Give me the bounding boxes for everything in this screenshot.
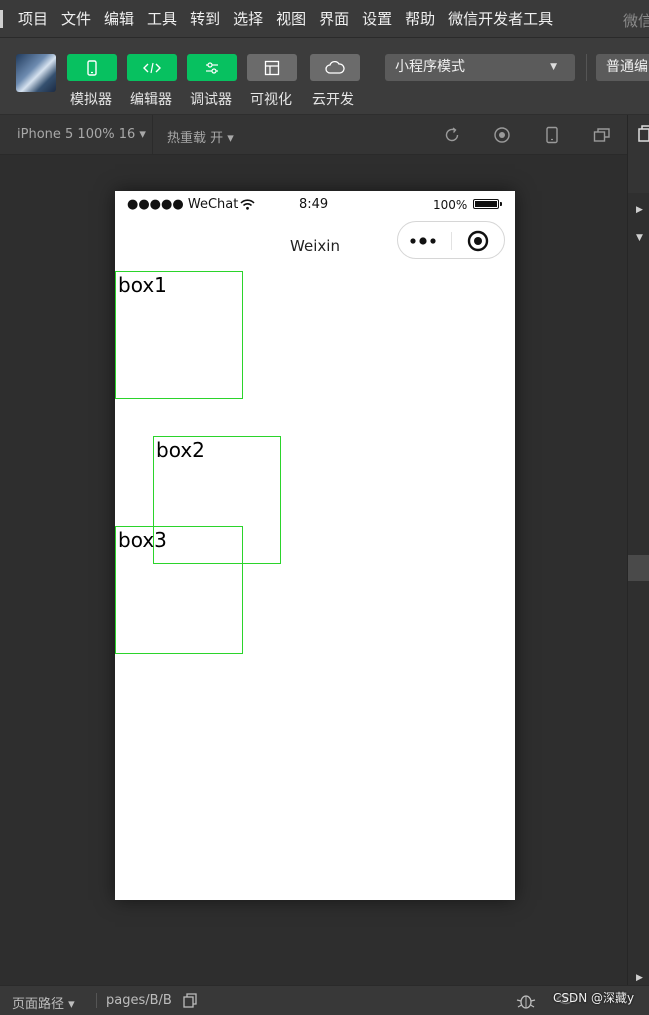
hot-reload-select[interactable]: 热重载 开 ▾ bbox=[167, 127, 234, 146]
refresh-icon[interactable] bbox=[441, 124, 463, 146]
debugger-label: 调试器 bbox=[190, 92, 232, 108]
box2-label: box2 bbox=[156, 438, 205, 462]
toolbar-divider bbox=[586, 54, 587, 81]
box1-label: box1 bbox=[118, 273, 167, 297]
chevron-down-icon: ▼ bbox=[550, 62, 557, 72]
mode-select[interactable]: 小程序模式 ▼ bbox=[385, 54, 575, 81]
simulator-header-divider bbox=[152, 115, 153, 154]
mode-select-value: 小程序模式 bbox=[395, 59, 465, 75]
copy-icon[interactable] bbox=[183, 993, 197, 1008]
right-panel-strip: ▶ ▼ ▶ bbox=[627, 115, 649, 985]
editor-toggle-button[interactable] bbox=[127, 54, 177, 81]
close-miniprogram-icon[interactable] bbox=[467, 230, 489, 252]
menu-goto[interactable]: 转到 bbox=[190, 8, 220, 29]
right-panel-header bbox=[628, 115, 649, 193]
menu-interface[interactable]: 界面 bbox=[319, 8, 349, 29]
menu-settings[interactable]: 设置 bbox=[362, 8, 392, 29]
page-path-select[interactable]: 页面路径 ▾ bbox=[12, 993, 75, 1012]
panel-icon bbox=[638, 125, 649, 142]
status-time: 8:49 bbox=[299, 197, 329, 212]
carrier-signal: ●●●●● WeChat bbox=[127, 197, 255, 212]
toolbar: 模拟器 编辑器 调试器 可视化 云开发 小程序模式 ▼ 普通编 bbox=[0, 38, 649, 114]
csdn-watermark: CSDN @深藏y bbox=[553, 991, 635, 1005]
phone-icon bbox=[87, 59, 97, 76]
visual-toggle-button[interactable] bbox=[247, 54, 297, 81]
box3: box3 bbox=[115, 526, 243, 654]
capsule-divider bbox=[451, 232, 452, 250]
menu-view[interactable]: 视图 bbox=[276, 8, 306, 29]
record-icon[interactable] bbox=[491, 124, 513, 146]
chevron-down-icon[interactable]: ▼ bbox=[636, 233, 643, 243]
device-preview-icon[interactable] bbox=[541, 124, 563, 146]
menu-file[interactable]: 文件 bbox=[61, 8, 91, 29]
visual-label: 可视化 bbox=[250, 92, 292, 108]
detach-window-icon[interactable] bbox=[591, 124, 613, 146]
menu-edit[interactable]: 编辑 bbox=[104, 8, 134, 29]
window-title-fragment: 微信 bbox=[623, 12, 649, 30]
phone-simulator[interactable]: ●●●●● WeChat 8:49 100% Weixin box1 box2 … bbox=[115, 191, 515, 900]
chevron-right-icon-bottom[interactable]: ▶ bbox=[636, 973, 643, 983]
battery-percent: 100% bbox=[433, 198, 468, 212]
menu-project[interactable]: 项目 bbox=[18, 8, 48, 29]
wifi-icon bbox=[240, 199, 255, 210]
window-edge bbox=[0, 10, 3, 28]
chevron-right-icon[interactable]: ▶ bbox=[636, 205, 643, 215]
bug-icon[interactable] bbox=[516, 992, 536, 1010]
simulator-header: iPhone 5 100% 16 ▾ 热重载 开 ▾ bbox=[0, 115, 627, 155]
compile-mode-value: 普通编 bbox=[606, 59, 648, 75]
box3-label: box3 bbox=[118, 528, 167, 552]
box1: box1 bbox=[115, 271, 243, 399]
debugger-toggle-button[interactable] bbox=[187, 54, 237, 81]
layout-icon bbox=[264, 60, 280, 75]
cloud-dev-label: 云开发 bbox=[312, 92, 354, 108]
bottombar-divider bbox=[96, 993, 97, 1008]
compile-mode-select[interactable]: 普通编 bbox=[596, 54, 649, 81]
user-avatar[interactable] bbox=[16, 54, 56, 92]
menu-help[interactable]: 帮助 bbox=[405, 8, 435, 29]
carrier-label: ●●●●● WeChat bbox=[127, 197, 239, 212]
cloud-dev-button[interactable] bbox=[310, 54, 360, 81]
battery-icon bbox=[473, 199, 502, 209]
editor-label: 编辑器 bbox=[130, 92, 172, 108]
status-bottom-bar: 页面路径 ▾ pages/B/B bbox=[0, 985, 649, 1015]
cloud-icon bbox=[325, 60, 345, 74]
phone-status-bar: ●●●●● WeChat 8:49 100% bbox=[115, 191, 515, 219]
menu-tools[interactable]: 工具 bbox=[147, 8, 177, 29]
more-icon[interactable] bbox=[410, 236, 440, 246]
page-path: pages/B/B bbox=[106, 993, 172, 1008]
code-icon bbox=[143, 62, 161, 73]
simulator-label: 模拟器 bbox=[70, 92, 112, 108]
debug-icon bbox=[206, 61, 218, 74]
device-select[interactable]: iPhone 5 100% 16 ▾ bbox=[17, 127, 146, 142]
simulator-toggle-button[interactable] bbox=[67, 54, 117, 81]
menu-select[interactable]: 选择 bbox=[233, 8, 263, 29]
menu-bar: 项目 文件 编辑 工具 转到 选择 视图 界面 设置 帮助 微信开发者工具 bbox=[0, 0, 649, 38]
menu-devtools[interactable]: 微信开发者工具 bbox=[448, 8, 553, 29]
scrollbar-thumb[interactable] bbox=[628, 555, 649, 581]
capsule-menu bbox=[397, 221, 505, 259]
